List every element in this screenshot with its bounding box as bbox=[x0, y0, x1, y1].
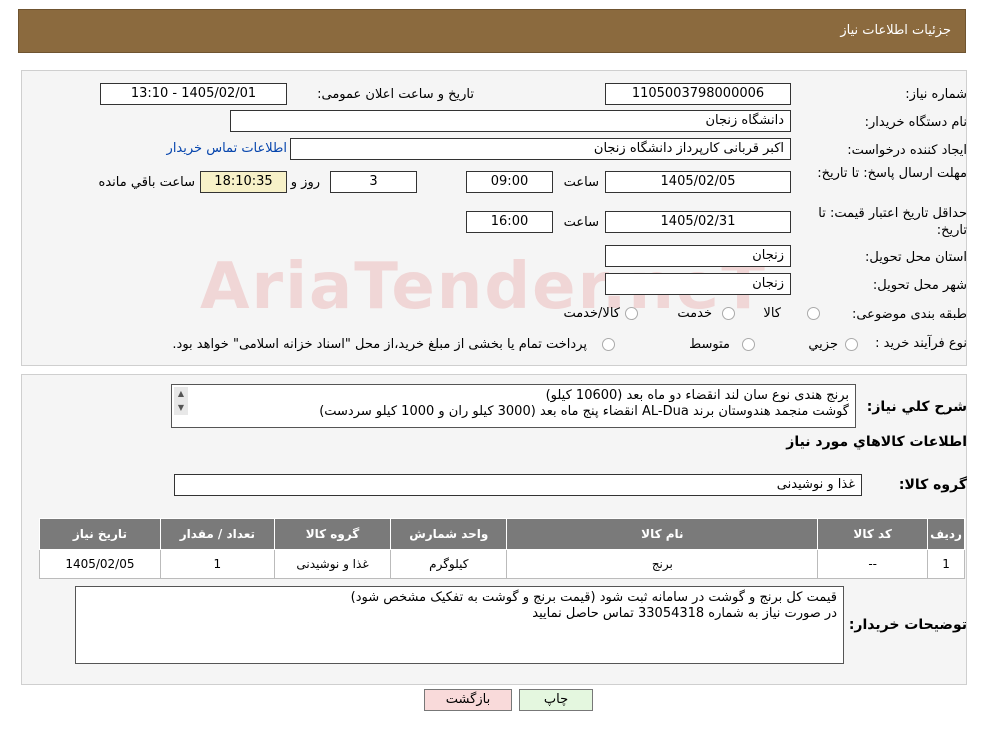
validity-label: حداقل تاریخ اعتبار قیمت: تا تاریخ: bbox=[818, 206, 967, 238]
page-title: جزئیات اطلاعات نیاز bbox=[840, 23, 951, 38]
remaining-time-field: 18:10:35 bbox=[200, 171, 287, 193]
validity-time-field: 16:00 bbox=[466, 211, 553, 233]
buyer-notes-textarea[interactable]: قیمت کل برنج و گوشت در سامانه ثبت شود (ق… bbox=[75, 586, 844, 664]
category-label: طبقه بندی موضوعی: bbox=[851, 307, 967, 322]
category-radio-goods[interactable] bbox=[807, 307, 820, 320]
city-label: شهر محل تحویل: bbox=[872, 278, 967, 293]
requester-field: اکبر قربانی کارپرداز دانشگاه زنجان bbox=[290, 138, 791, 160]
remaining-label: ساعت باقي مانده bbox=[98, 175, 195, 190]
buyer-org-label: نام دستگاه خريدار: bbox=[864, 115, 967, 130]
cell-date: 1405/02/05 bbox=[39, 549, 161, 579]
cell-group: غذا و نوشیدنی bbox=[273, 549, 392, 579]
deadline-label: مهلت ارسال پاسخ: تا تاریخ: bbox=[817, 166, 967, 181]
buyer-org-field: دانشگاه زنجان bbox=[230, 110, 791, 132]
col-unit: واحد شمارش bbox=[390, 518, 508, 550]
scroll-up-icon[interactable]: ▲ bbox=[174, 387, 188, 401]
deadline-time-field: 09:00 bbox=[466, 171, 553, 193]
deadline-time-label: ساعت bbox=[563, 175, 599, 190]
col-row-num: رديف bbox=[927, 518, 965, 550]
validity-time-label: ساعت bbox=[563, 215, 599, 230]
buyer-contact-link[interactable]: اطلاعات تماس خریدار bbox=[167, 141, 287, 156]
province-label: استان محل تحویل: bbox=[865, 250, 967, 265]
col-name: نام کالا bbox=[506, 518, 819, 550]
col-quantity: تعداد / مقدار bbox=[159, 518, 275, 550]
requester-label: ایجاد کننده درخواست: bbox=[847, 143, 967, 158]
process-radio-treasury[interactable] bbox=[602, 338, 615, 351]
announce-field: 1405/02/01 - 13:10 bbox=[100, 83, 287, 105]
goods-table-header: رديف کد کالا نام کالا واحد شمارش گروه کا… bbox=[39, 518, 965, 550]
city-field: زنجان bbox=[605, 273, 791, 295]
deadline-date-field: 1405/02/05 bbox=[605, 171, 791, 193]
days-field: 3 bbox=[330, 171, 417, 193]
scroll-down-icon[interactable]: ▼ bbox=[174, 401, 188, 415]
table-row: 1 -- برنج کیلوگرم غذا و نوشیدنی 1 1405/0… bbox=[39, 549, 965, 579]
category-radio-service[interactable] bbox=[722, 307, 735, 320]
category-option-goods-service: کالا/خدمت bbox=[563, 306, 620, 321]
summary-textarea[interactable]: برنج هندی نوع سان لند انقضاء دو ماه بعد … bbox=[171, 384, 856, 428]
process-radio-medium[interactable] bbox=[742, 338, 755, 351]
need-number-field: 1105003798000006 bbox=[605, 83, 791, 105]
cell-row-num: 1 bbox=[927, 549, 965, 579]
back-button[interactable]: بازگشت bbox=[424, 689, 512, 711]
process-radio-small[interactable] bbox=[845, 338, 858, 351]
goods-group-field: غذا و نوشیدنی bbox=[174, 474, 862, 496]
validity-date-field: 1405/02/31 bbox=[605, 211, 791, 233]
cell-code: -- bbox=[817, 549, 929, 579]
goods-table: رديف کد کالا نام کالا واحد شمارش گروه کا… bbox=[39, 518, 965, 579]
buyer-notes-line-2: در صورت نیاز به شماره 33054318 تماس حاصل… bbox=[532, 606, 837, 621]
summary-line-2: گوشت منجمد هندوستان برند AL-Dua انقضاء پ… bbox=[319, 404, 849, 419]
category-option-goods: کالا bbox=[763, 306, 781, 321]
buyer-notes-label: توضیحات خریدار: bbox=[848, 617, 967, 633]
col-code: کد کالا bbox=[817, 518, 929, 550]
process-option-medium: متوسط bbox=[689, 337, 730, 352]
days-label: روز و bbox=[290, 175, 320, 190]
cell-name: برنج bbox=[506, 549, 819, 579]
category-option-service: خدمت bbox=[677, 306, 712, 321]
need-number-label: شماره نیاز: bbox=[905, 87, 967, 102]
col-date: تاریخ نیاز bbox=[39, 518, 161, 550]
col-group: گروه کالا bbox=[273, 518, 392, 550]
goods-section-title: اطلاعات کالاهاي مورد نياز bbox=[786, 434, 967, 450]
cell-quantity: 1 bbox=[159, 549, 275, 579]
cell-unit: کیلوگرم bbox=[390, 549, 508, 579]
announce-label: تاریخ و ساعت اعلان عمومی: bbox=[317, 87, 474, 102]
summary-label: شرح کلي نياز: bbox=[866, 399, 967, 415]
process-option-small: جزیي bbox=[808, 337, 838, 352]
province-field: زنجان bbox=[605, 245, 791, 267]
process-note: پرداخت تمام یا بخشی از مبلغ خرید،از محل … bbox=[172, 337, 587, 352]
summary-line-1: برنج هندی نوع سان لند انقضاء دو ماه بعد … bbox=[545, 388, 849, 403]
buyer-notes-line-1: قیمت کل برنج و گوشت در سامانه ثبت شود (ق… bbox=[350, 590, 837, 605]
print-button[interactable]: چاپ bbox=[519, 689, 593, 711]
category-radio-goods-service[interactable] bbox=[625, 307, 638, 320]
goods-group-label: گروه کالا: bbox=[898, 477, 967, 493]
process-label: نوع فرآیند خرید : bbox=[875, 336, 967, 351]
page-header: جزئیات اطلاعات نیاز bbox=[18, 9, 966, 53]
